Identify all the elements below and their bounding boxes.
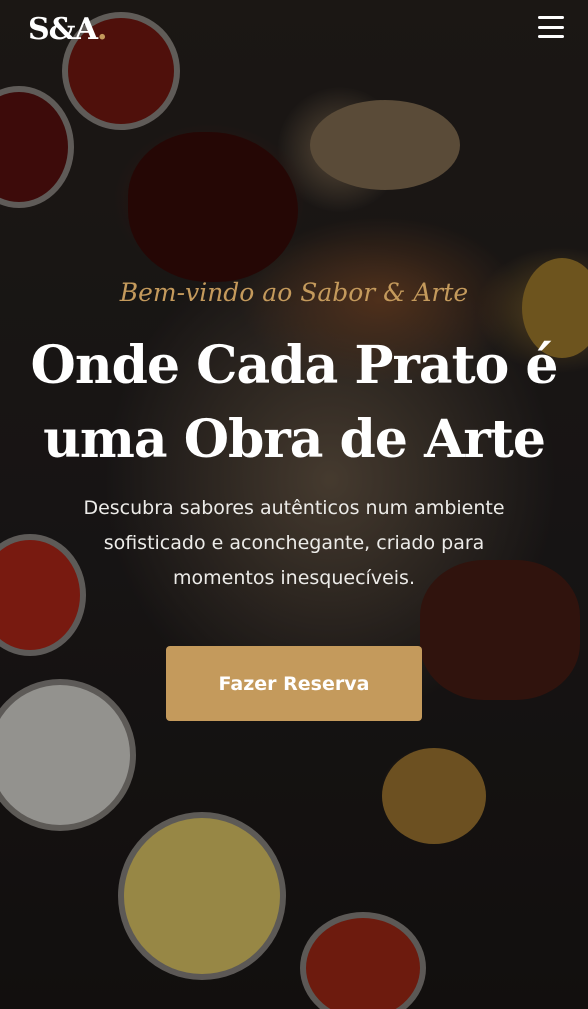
logo[interactable]: S&A.: [28, 12, 108, 47]
menu-bar: [538, 16, 564, 19]
hero-subtitle-line: sofisticado e aconchegante, criado para: [103, 531, 485, 554]
menu-bar: [538, 35, 564, 38]
reservation-button[interactable]: Fazer Reserva: [166, 646, 422, 722]
hero-section: S&A. Bem-vindo ao Sabor & Arte Onde Cada…: [0, 0, 588, 1009]
hamburger-menu-icon[interactable]: [538, 16, 564, 38]
hero-headline-line: Onde Cada Prato é: [30, 335, 559, 396]
hero-subtitle: Descubra sabores autênticos num ambiente…: [50, 491, 538, 596]
menu-bar: [538, 25, 564, 29]
welcome-tagline: Bem-vindo ao Sabor & Arte: [119, 278, 469, 307]
logo-text: S&A: [28, 12, 98, 47]
hero-subtitle-line: Descubra sabores autênticos num ambiente: [83, 496, 505, 519]
logo-dot: .: [97, 12, 108, 47]
hero-content: Bem-vindo ao Sabor & Arte Onde Cada Prat…: [0, 278, 588, 722]
hero-subtitle-line: momentos inesquecíveis.: [173, 566, 415, 589]
hero-headline: Onde Cada Prato é uma Obra de Arte: [20, 329, 568, 477]
hero-headline-line: uma Obra de Arte: [43, 408, 546, 470]
